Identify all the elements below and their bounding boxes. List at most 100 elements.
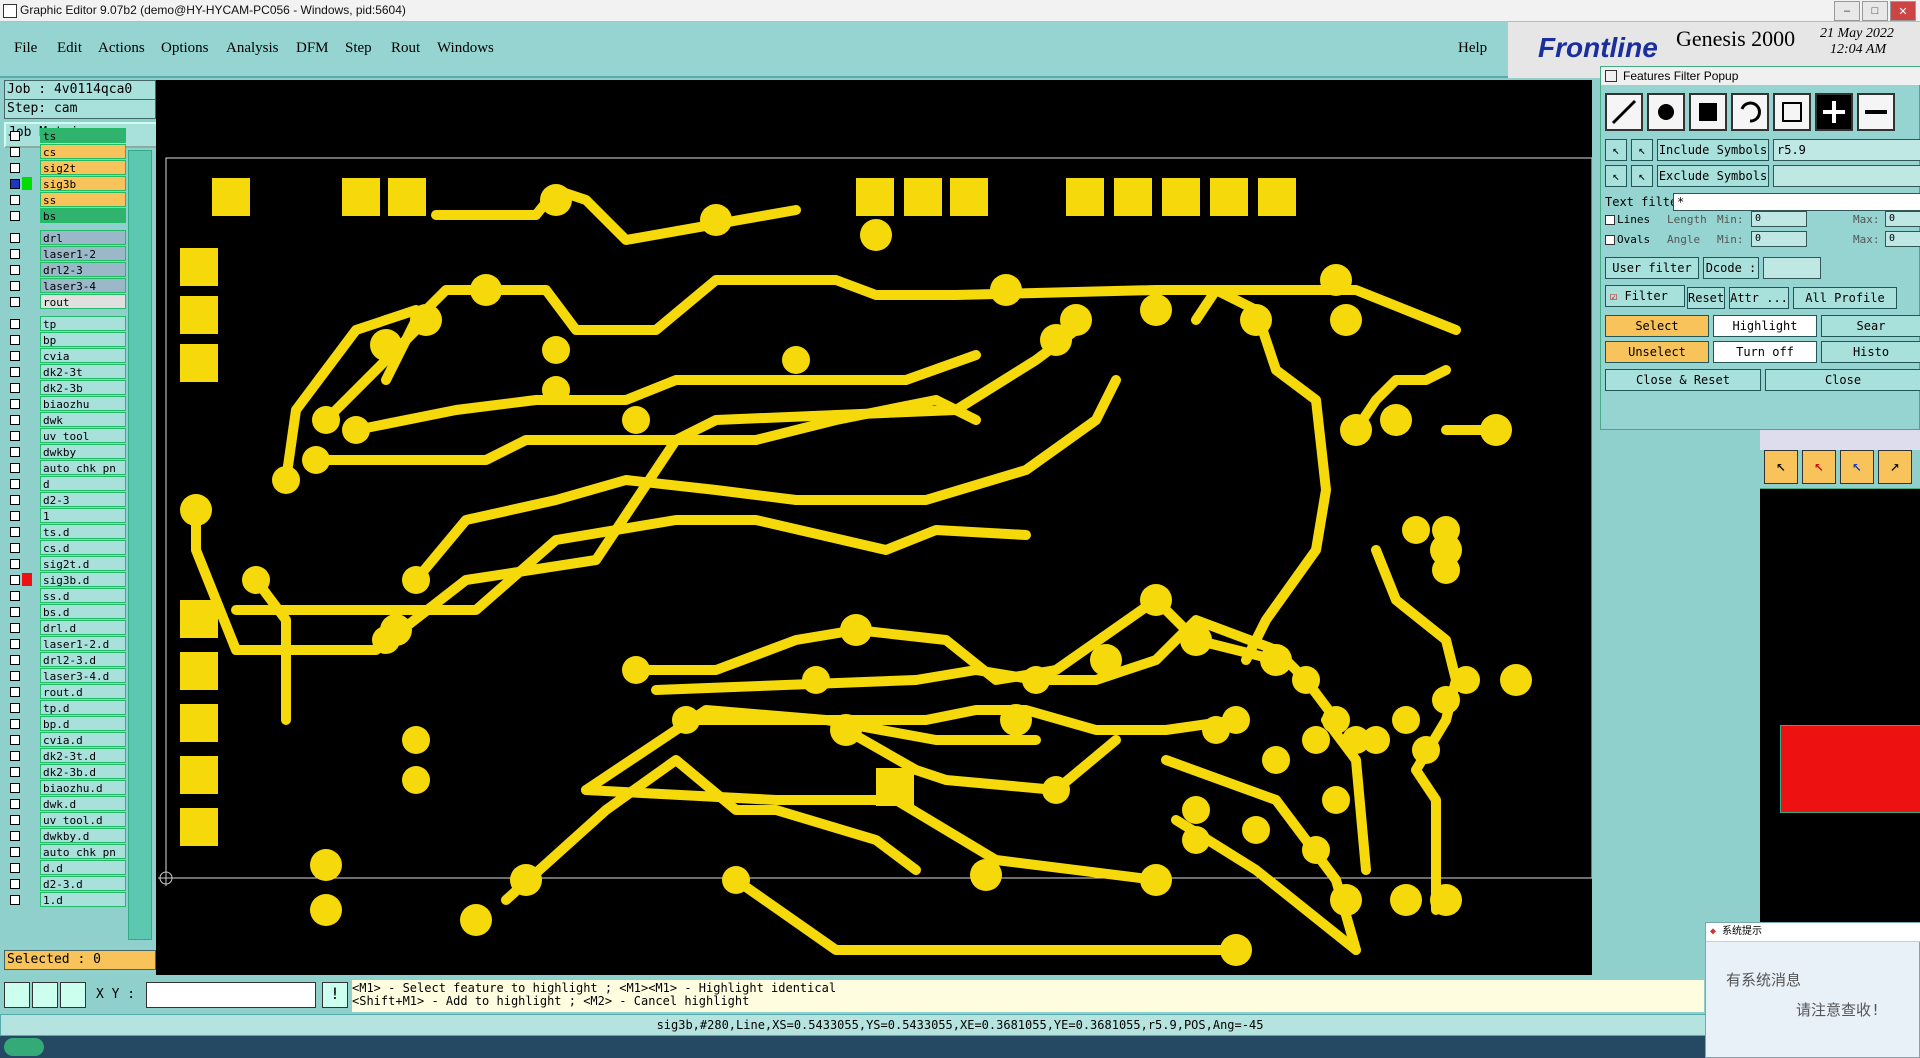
menu-help[interactable]: Help [1458,40,1487,57]
graphic-canvas[interactable] [156,80,1593,975]
layer-row-ss[interactable]: ss [6,192,126,207]
layer-row-auto-chk-pn[interactable]: auto_chk_pn [6,460,126,475]
reset-button[interactable]: Reset [1687,287,1725,309]
layer-visibility-checkbox[interactable] [10,575,20,585]
layer-visibility-checkbox[interactable] [10,543,20,553]
layer-visibility-checkbox[interactable] [10,431,20,441]
menu-options[interactable]: Options [161,40,209,57]
negative-polarity-icon[interactable] [1857,93,1895,131]
layer-row-dwk[interactable]: dwk [6,412,126,427]
layer-visibility-checkbox[interactable] [10,831,20,841]
layer-row-rout[interactable]: rout [6,294,126,309]
angle-max-input[interactable]: 0 [1885,231,1920,247]
layer-visibility-checkbox[interactable] [10,281,20,291]
surface-feature-icon[interactable] [1689,93,1727,131]
layer-row-bs[interactable]: bs [6,208,126,223]
layer-row-laser3-4-d[interactable]: laser3-4.d [6,668,126,683]
layer-row-d2-3[interactable]: d2-3 [6,492,126,507]
layer-visibility-checkbox[interactable] [10,703,20,713]
layer-visibility-checkbox[interactable] [10,671,20,681]
layer-row-ts-d[interactable]: ts.d [6,524,126,539]
layer-visibility-checkbox[interactable] [10,623,20,633]
layer-visibility-checkbox[interactable] [10,179,20,189]
turn-off-button[interactable]: Turn off [1713,341,1817,363]
layer-row-rout-d[interactable]: rout.d [6,684,126,699]
dcode-input[interactable] [1763,257,1821,279]
layer-visibility-checkbox[interactable] [10,815,20,825]
layer-row-bp-d[interactable]: bp.d [6,716,126,731]
exclude-pick-icon-2[interactable]: ↖ [1631,165,1653,187]
layer-visibility-checkbox[interactable] [10,463,20,473]
layer-visibility-checkbox[interactable] [10,767,20,777]
layer-visibility-checkbox[interactable] [10,847,20,857]
layer-visibility-checkbox[interactable] [10,495,20,505]
layer-visibility-checkbox[interactable] [10,131,20,141]
exclude-symbols-input[interactable] [1773,165,1920,187]
layer-row-d2-3-d[interactable]: d2-3.d [6,876,126,891]
system-notice-popup[interactable]: ◆ 系统提示 有系统消息 请注意查收! [1705,922,1920,1058]
layer-row-cs[interactable]: cs [6,144,126,159]
maximize-button[interactable]: □ [1862,1,1888,21]
include-symbols-input[interactable]: r5.9 [1773,139,1920,161]
layer-row-tp-d[interactable]: tp.d [6,700,126,715]
layer-row-bs-d[interactable]: bs.d [6,604,126,619]
layer-visibility-checkbox[interactable] [10,687,20,697]
menu-analysis[interactable]: Analysis [226,40,279,57]
layer-list-scrollbar[interactable] [128,150,152,940]
layer-visibility-checkbox[interactable] [10,249,20,259]
layer-visibility-checkbox[interactable] [10,415,20,425]
layer-row-ss-d[interactable]: ss.d [6,588,126,603]
layer-visibility-checkbox[interactable] [10,783,20,793]
grid-tool-icon[interactable] [60,982,86,1008]
layer-visibility-checkbox[interactable] [10,607,20,617]
length-min-input[interactable]: 0 [1751,211,1807,227]
layer-row-1[interactable]: 1 [6,508,126,523]
layer-row-auto-chk-pn[interactable]: auto_chk_pn [6,844,126,859]
layer-visibility-checkbox[interactable] [10,527,20,537]
menu-edit[interactable]: Edit [57,40,82,57]
layer-row-sig2t-d[interactable]: sig2t.d [6,556,126,571]
layer-visibility-checkbox[interactable] [10,591,20,601]
layer-row-uv-tool[interactable]: uv_tool [6,428,126,443]
layer-row-laser1-2-d[interactable]: laser1-2.d [6,636,126,651]
search-button[interactable]: Sear [1821,315,1920,337]
layer-row-biaozhu[interactable]: biaozhu [6,396,126,411]
layer-row-laser1-2[interactable]: laser1-2 [6,246,126,261]
layer-row-drl[interactable]: drl [6,230,126,245]
text-feature-icon[interactable] [1773,93,1811,131]
menu-step[interactable]: Step [345,40,372,57]
attr-button[interactable]: Attr ... [1729,287,1789,309]
layer-row-d-d[interactable]: d.d [6,860,126,875]
layer-row-dk2-3t[interactable]: dk2-3t [6,364,126,379]
include-pick-icon-2[interactable]: ↖ [1631,139,1653,161]
xy-input[interactable] [146,982,316,1008]
snap-tool-icon[interactable] [4,982,30,1008]
layer-visibility-checkbox[interactable] [10,335,20,345]
layer-row-cvia-d[interactable]: cvia.d [6,732,126,747]
menu-dfm[interactable]: DFM [296,40,329,57]
pointer-tool[interactable]: ↖ [1764,450,1798,484]
layer-row-dwk-d[interactable]: dwk.d [6,796,126,811]
positive-polarity-icon[interactable] [1815,93,1853,131]
close-button[interactable]: ✕ [1890,1,1916,21]
arc-feature-icon[interactable] [1731,93,1769,131]
mini-map[interactable] [1760,488,1920,979]
layer-visibility-checkbox[interactable] [10,367,20,377]
layer-visibility-checkbox[interactable] [10,163,20,173]
pointer-tool-blue[interactable]: ↖ [1840,450,1874,484]
layer-row-cvia[interactable]: cvia [6,348,126,363]
layer-visibility-checkbox[interactable] [10,211,20,221]
close-popup-button[interactable]: Close [1765,369,1920,391]
layer-row-biaozhu-d[interactable]: biaozhu.d [6,780,126,795]
angle-min-input[interactable]: 0 [1751,231,1807,247]
layer-row-laser3-4[interactable]: laser3-4 [6,278,126,293]
layer-visibility-checkbox[interactable] [10,735,20,745]
layer-row-d[interactable]: d [6,476,126,491]
text-filter-input[interactable]: * [1673,193,1920,211]
measure-tool[interactable]: ↗ [1878,450,1912,484]
layer-visibility-checkbox[interactable] [10,655,20,665]
layer-visibility-checkbox[interactable] [10,383,20,393]
line-feature-icon[interactable] [1605,93,1643,131]
layer-visibility-checkbox[interactable] [10,147,20,157]
layer-visibility-checkbox[interactable] [10,863,20,873]
